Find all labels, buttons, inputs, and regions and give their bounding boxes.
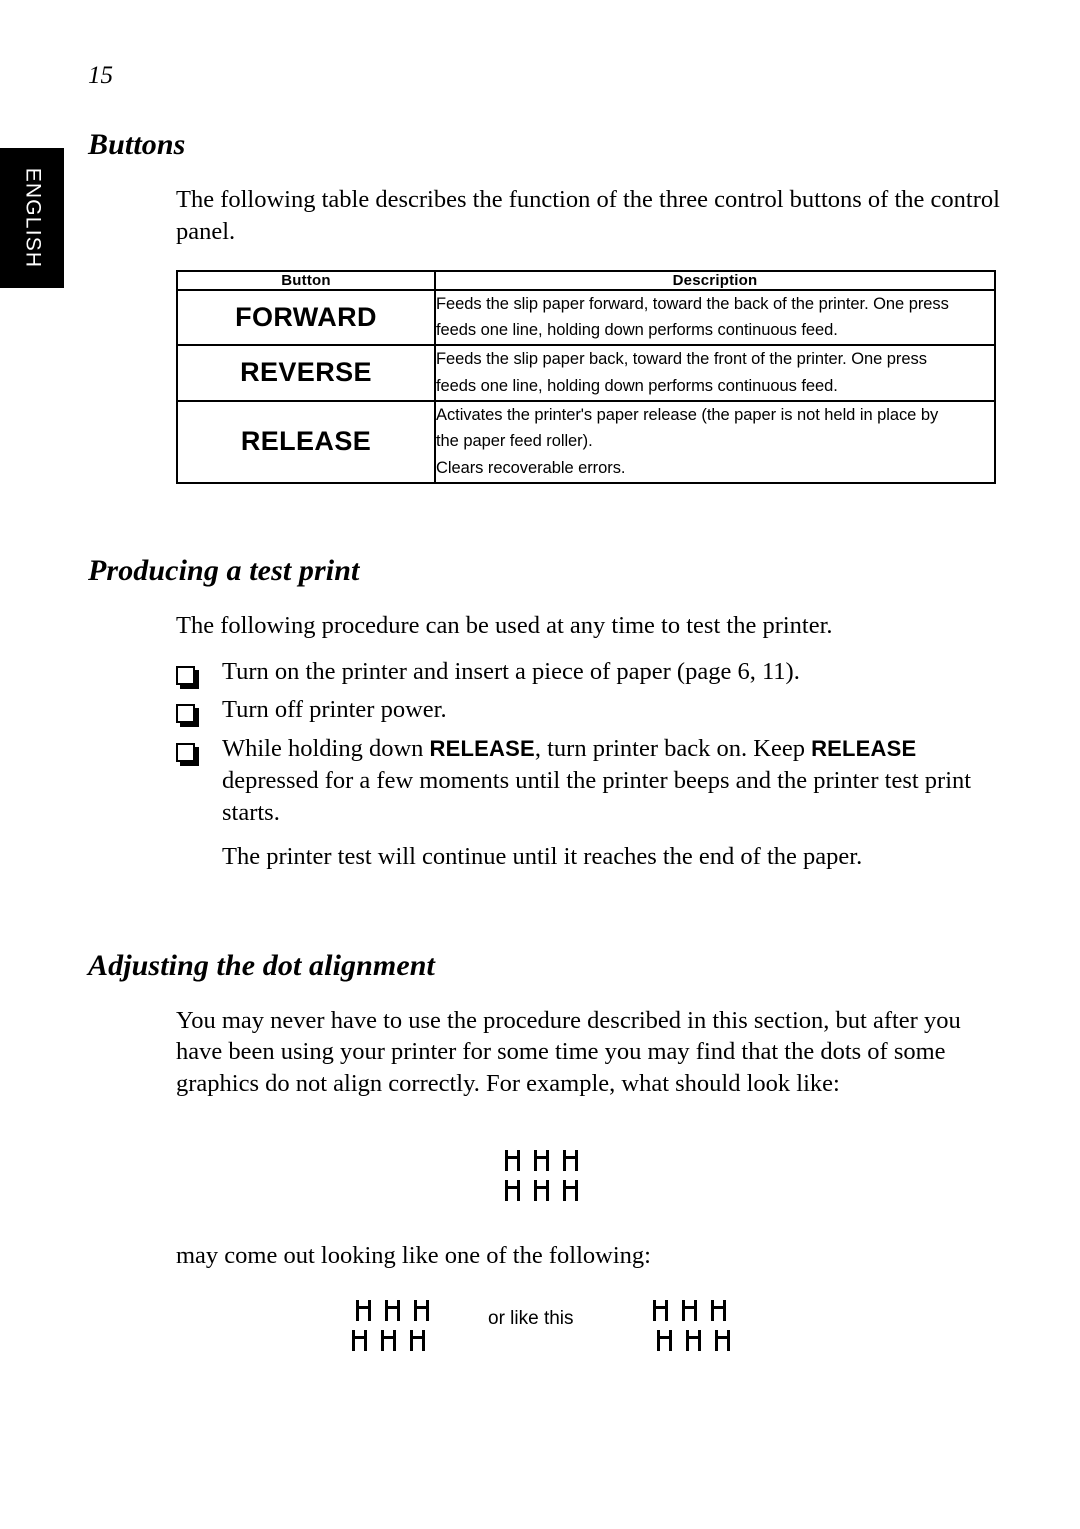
dot-row-bottom — [657, 1330, 744, 1351]
header-cell-button: Button — [176, 269, 436, 291]
figure-misaligned-right — [653, 1300, 744, 1351]
key-label-release: RELEASE — [429, 736, 535, 762]
dot-matrix-glyph — [385, 1300, 400, 1321]
list-item: Turn on the printer and insert a piece o… — [176, 656, 1008, 688]
dot-row-top — [653, 1300, 744, 1321]
cell-button-description: Activates the printer's paper release (t… — [434, 399, 996, 484]
description-line: feeds one line, holding down performs co… — [436, 321, 838, 340]
dot-matrix-glyph — [505, 1180, 520, 1201]
dot-matrix-glyph — [657, 1330, 672, 1351]
dot-alignment-body: You may never have to use the procedure … — [176, 1005, 1008, 1272]
test-print-note: The printer test will continue until it … — [222, 842, 863, 870]
figure-misaligned-left — [352, 1300, 443, 1351]
table-row: RELEASE Activates the printer's paper re… — [176, 399, 996, 484]
description-line: Feeds the slip paper forward, toward the… — [436, 294, 949, 313]
description-line: feeds one line, holding down performs co… — [436, 376, 838, 395]
test-print-steps-list: Turn on the printer and insert a piece o… — [176, 656, 1008, 829]
dot-matrix-glyph — [352, 1330, 367, 1351]
dot-row-top — [505, 1150, 592, 1171]
square-bullet-icon — [176, 743, 195, 763]
dot-alignment-middle-text: may come out looking like one of the fol… — [176, 1242, 651, 1270]
dot-matrix-glyph — [356, 1300, 371, 1321]
step-text: Turn on the printer and insert a piece o… — [222, 657, 800, 685]
dot-row-bottom — [505, 1180, 592, 1201]
cell-button-description: Feeds the slip paper back, toward the fr… — [434, 344, 996, 402]
list-item: Turn off printer power. — [176, 694, 1008, 726]
or-like-this-label: or like this — [488, 1308, 574, 1329]
dot-matrix-glyph — [505, 1150, 520, 1171]
dot-matrix-glyph — [711, 1300, 726, 1321]
cell-button-name: RELEASE — [176, 399, 436, 484]
step-text-part: , turn printer back on. Keep — [534, 735, 812, 763]
dot-matrix-glyph — [715, 1330, 730, 1351]
buttons-table: Button Description FORWARD Feeds the sli… — [176, 269, 996, 484]
table-row: FORWARD Feeds the slip paper forward, to… — [176, 288, 996, 347]
figure-correct-alignment — [505, 1150, 592, 1201]
step-text: Turn off printer power. — [222, 696, 447, 724]
cell-button-description: Feeds the slip paper forward, toward the… — [434, 288, 996, 347]
dot-matrix-glyph — [414, 1300, 429, 1321]
dot-matrix-glyph — [381, 1330, 396, 1351]
section-title-test-print: Producing a test print — [88, 553, 360, 587]
description-line: Clears recoverable errors. — [436, 459, 626, 477]
buttons-intro-paragraph: The following table describes the functi… — [176, 186, 1000, 245]
list-item: While holding down RELEASE, turn printer… — [176, 733, 1008, 829]
dot-matrix-glyph — [534, 1180, 549, 1201]
step-text-part: depressed for a few moments until the pr… — [222, 767, 972, 826]
language-tab-label: ENGLISH — [21, 167, 44, 269]
table-header-row: Button Description — [176, 269, 996, 291]
description-line: Activates the printer's paper release (t… — [436, 405, 939, 424]
description-line: the paper feed roller). — [436, 432, 593, 451]
step-text-part: While holding down — [222, 735, 430, 763]
dot-matrix-glyph — [534, 1150, 549, 1171]
key-label-release: RELEASE — [811, 736, 917, 762]
header-cell-description: Description — [434, 269, 996, 291]
cell-button-name: FORWARD — [176, 288, 436, 347]
dot-matrix-glyph — [682, 1300, 697, 1321]
dot-matrix-glyph — [686, 1330, 701, 1351]
page-number: 15 — [88, 62, 113, 89]
square-bullet-icon — [176, 665, 195, 685]
dot-matrix-glyph — [563, 1180, 578, 1201]
dot-alignment-intro-paragraph: You may never have to use the procedure … — [176, 1006, 961, 1098]
description-line: Feeds the slip paper back, toward the fr… — [436, 350, 927, 369]
test-print-intro-paragraph: The following procedure can be used at a… — [176, 611, 833, 639]
page-content: Buttons The following table describes th… — [88, 128, 1008, 1286]
section-title-buttons: Buttons — [88, 128, 186, 161]
table-row: REVERSE Feeds the slip paper back, towar… — [176, 344, 996, 402]
cell-button-name: REVERSE — [176, 344, 436, 402]
dot-row-bottom — [352, 1330, 443, 1351]
test-print-body: The following procedure can be used at a… — [176, 610, 1008, 873]
dot-matrix-glyph — [563, 1150, 578, 1171]
language-tab: ENGLISH — [0, 148, 64, 288]
dot-matrix-glyph — [653, 1300, 668, 1321]
dot-row-top — [356, 1300, 443, 1321]
square-bullet-icon — [176, 704, 195, 724]
buttons-body: The following table describes the functi… — [176, 184, 1008, 484]
dot-matrix-glyph — [410, 1330, 425, 1351]
section-title-dot-alignment: Adjusting the dot alignment — [88, 948, 435, 982]
